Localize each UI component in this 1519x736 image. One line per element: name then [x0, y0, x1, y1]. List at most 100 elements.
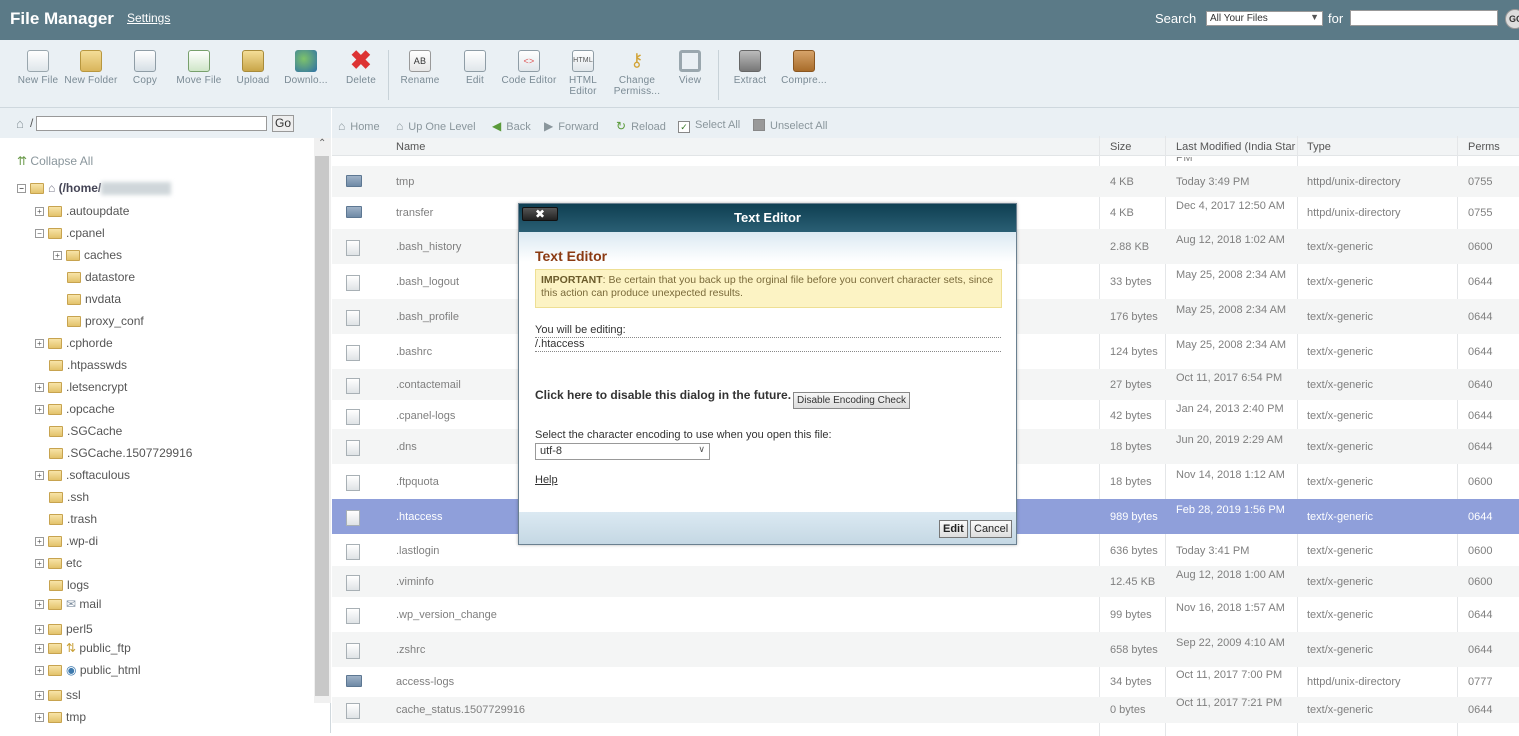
tree-root[interactable]: − ⌂ (/home/	[17, 180, 172, 196]
path-go-button[interactable]: Go	[272, 115, 294, 132]
tree-item-label: tmp	[66, 710, 87, 724]
folder-open-icon	[48, 228, 62, 240]
tree-item-public-html[interactable]: + ◉ public_html	[35, 662, 141, 678]
tree-scrollbar[interactable]: ⌃	[314, 138, 331, 703]
folder-icon	[67, 272, 81, 284]
table-row[interactable]: .zshrc 658 bytes Sep 22, 2009 4:10 AM text/…	[332, 632, 1519, 667]
select-all-button[interactable]: ✓ Select All	[678, 119, 740, 133]
expand-toggle[interactable]: +	[35, 666, 44, 676]
tree-item-mail[interactable]: + ✉ mail	[35, 596, 101, 612]
folder-icon	[49, 448, 63, 460]
tree-item-autoupdate[interactable]: + .autoupdate	[35, 203, 129, 219]
expand-toggle[interactable]: +	[35, 207, 44, 217]
tree-item-proxy-conf[interactable]: proxy_conf	[67, 313, 144, 329]
dialog-close-button[interactable]: ✖	[522, 207, 558, 221]
help-link[interactable]: Help	[535, 474, 558, 486]
copy-button[interactable]: Copy	[117, 50, 173, 86]
expand-toggle[interactable]: +	[35, 537, 44, 547]
chevron-up-icon[interactable]: ⌃	[318, 138, 326, 149]
unselect-all-button[interactable]: Unselect All	[753, 119, 827, 132]
expand-toggle[interactable]: +	[35, 405, 44, 415]
encoding-select[interactable]: utf-8 ∨	[535, 443, 710, 460]
table-row[interactable]: access-logs 34 bytes Oct 11, 2017 7:00 PM h…	[332, 667, 1519, 697]
tree-item-tmp[interactable]: + tmp	[35, 709, 86, 725]
expand-toggle[interactable]: +	[35, 339, 44, 349]
cancel-button[interactable]: Cancel	[970, 520, 1013, 538]
back-button[interactable]: ◀ Back	[492, 119, 531, 133]
tree-item-sgcache-ts[interactable]: .SGCache.1507729916	[49, 445, 192, 461]
edit-button[interactable]: Edit	[447, 50, 503, 86]
expand-toggle[interactable]: +	[35, 559, 44, 569]
up-one-level-button[interactable]: ⌂ Up One Level	[396, 119, 476, 133]
dialog-header: Text Editor	[519, 204, 1016, 232]
tree-item-logs[interactable]: logs	[49, 577, 89, 593]
column-name[interactable]: Name	[396, 141, 425, 153]
search-scope-select[interactable]: All Your Files ▼	[1206, 11, 1323, 26]
search-go-button[interactable]: GO	[1505, 9, 1519, 29]
tree-item-nvdata[interactable]: nvdata	[67, 291, 121, 307]
tree-item-trash[interactable]: .trash	[49, 511, 97, 527]
table-row[interactable]: cache_status.1507729916 0 bytes Oct 11, 20…	[332, 697, 1519, 723]
tree-item-cphorde[interactable]: + .cphorde	[35, 335, 113, 351]
tree-item-ssh[interactable]: .ssh	[49, 489, 89, 505]
tree-item-htpasswds[interactable]: .htpasswds	[49, 357, 127, 373]
view-button[interactable]: View	[662, 50, 718, 86]
expand-toggle[interactable]: +	[35, 625, 44, 635]
expand-toggle[interactable]: +	[35, 471, 44, 481]
tree-item-ssl[interactable]: + ssl	[35, 687, 81, 703]
tree-item-etc[interactable]: + etc	[35, 555, 82, 571]
tree-item-letsencrypt[interactable]: + .letsencrypt	[35, 379, 127, 395]
expand-toggle[interactable]: +	[53, 251, 62, 261]
tree-item-cpanel[interactable]: − .cpanel	[35, 225, 105, 241]
forward-button[interactable]: ▶ Forward	[544, 119, 599, 133]
extract-button[interactable]: Extract	[722, 50, 778, 86]
cell-size: 33 bytes	[1110, 275, 1152, 288]
file-icon	[346, 474, 360, 491]
cell-type: text/x-generic	[1307, 608, 1374, 621]
tree-item-caches[interactable]: + caches	[53, 247, 122, 263]
expand-toggle[interactable]: +	[35, 713, 44, 723]
expand-toggle[interactable]: +	[35, 644, 44, 654]
new-folder-button[interactable]: New Folder	[63, 50, 119, 86]
cell-type: text/x-generic	[1307, 409, 1374, 422]
column-perms[interactable]: Perms	[1468, 141, 1500, 153]
delete-button[interactable]: ✖ Delete	[333, 47, 389, 86]
expand-toggle[interactable]: +	[35, 600, 44, 610]
folder-icon	[48, 536, 62, 548]
table-row[interactable]: .viminfo 12.45 KB Aug 12, 2018 1:00 AM text…	[332, 566, 1519, 597]
download-button[interactable]: Downlo...	[278, 50, 334, 86]
upload-button[interactable]: Upload	[225, 50, 281, 86]
html-editor-button[interactable]: HTML HTML Editor	[555, 50, 611, 97]
rename-button[interactable]: AB Rename	[392, 50, 448, 86]
column-type[interactable]: Type	[1307, 141, 1331, 153]
home-nav-button[interactable]: ⌂ Home	[338, 119, 380, 133]
expand-toggle[interactable]: +	[35, 383, 44, 393]
search-input[interactable]	[1350, 10, 1498, 26]
compress-button[interactable]: Compre...	[776, 50, 832, 86]
new-file-button[interactable]: New File	[10, 50, 66, 86]
tree-item-perl5[interactable]: + perl5	[35, 621, 93, 637]
tree-item-opcache[interactable]: + .opcache	[35, 401, 115, 417]
tree-item-public-ftp[interactable]: + ⇅ public_ftp	[35, 640, 131, 656]
edit-button[interactable]: Edit	[939, 520, 968, 538]
collapse-toggle[interactable]: −	[17, 184, 26, 194]
tree-item-datastore[interactable]: datastore	[67, 269, 135, 285]
collapse-all-link[interactable]: ⇈ Collapse All	[17, 154, 93, 168]
path-input[interactable]	[36, 116, 267, 131]
column-modified[interactable]: Last Modified (India Star	[1176, 141, 1298, 153]
table-row[interactable]: tmp 4 KB Today 3:49 PM httpd/unix-directory…	[332, 166, 1519, 197]
settings-link[interactable]: Settings	[127, 11, 170, 25]
table-row[interactable]: .wp_version_change 99 bytes Nov 16, 2018 1…	[332, 597, 1519, 632]
reload-button[interactable]: ↻ Reload	[616, 119, 666, 133]
column-size[interactable]: Size	[1110, 141, 1131, 153]
disable-encoding-check-button[interactable]: Disable Encoding Check	[793, 392, 910, 409]
tree-item-softaculous[interactable]: + .softaculous	[35, 467, 130, 483]
move-file-button[interactable]: Move File	[171, 50, 227, 86]
scrollbar-thumb[interactable]	[315, 156, 329, 696]
tree-item-wp-di[interactable]: + .wp-di	[35, 533, 98, 549]
tree-item-sgcache[interactable]: .SGCache	[49, 423, 122, 439]
change-permissions-button[interactable]: ⚷ Change Permiss...	[609, 50, 665, 97]
expand-toggle[interactable]: +	[35, 691, 44, 701]
code-editor-button[interactable]: <> Code Editor	[501, 50, 557, 86]
collapse-toggle[interactable]: −	[35, 229, 44, 239]
